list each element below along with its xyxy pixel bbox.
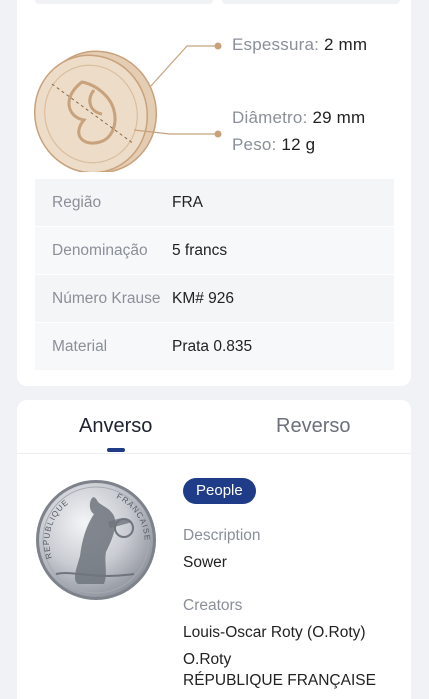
previous-section-stub — [35, 0, 213, 4]
coin-dimensions-illustration — [33, 42, 222, 172]
coin-obverse-image[interactable]: REPUBLIQUE FRANCAISE — [34, 478, 158, 602]
details-value: 5 francs — [172, 241, 228, 259]
thickness-label: Espessura: — [232, 35, 320, 54]
diameter-value: 29 mm — [312, 108, 366, 127]
weight-value: 12 g — [281, 135, 316, 154]
details-row-material: Material Prata 0.835 — [35, 323, 394, 371]
side-tabs: Anverso Reverso — [17, 400, 411, 454]
thickness-spec: Espessura: 2 mm — [232, 35, 367, 55]
creator-item: O.Roty — [183, 651, 232, 668]
coin-details-table: Região FRA Denominação 5 francs Número K… — [35, 179, 394, 371]
details-value: FRA — [172, 193, 203, 211]
details-label: Região — [52, 193, 102, 211]
tab-obverse[interactable]: Anverso — [79, 415, 152, 438]
category-badge[interactable]: People — [183, 478, 256, 504]
tab-reverse[interactable]: Reverso — [276, 415, 350, 438]
creator-item: Louis-Oscar Roty (O.Roty) — [183, 624, 366, 641]
previous-section-stub — [222, 0, 400, 4]
creators-label: Creators — [183, 597, 243, 614]
details-row-denomination: Denominação 5 francs — [35, 227, 394, 275]
diameter-label: Diâmetro: — [232, 108, 308, 127]
details-label: Denominação — [52, 241, 148, 259]
diameter-spec: Diâmetro: 29 mm — [232, 108, 365, 128]
details-label: Material — [52, 337, 108, 355]
weight-label: Peso: — [232, 135, 277, 154]
description-value: Sower — [183, 554, 227, 571]
weight-spec: Peso: 12 g — [232, 135, 315, 155]
active-tab-indicator — [107, 448, 125, 452]
details-value: Prata 0.835 — [172, 337, 253, 355]
details-label: Número Krause — [52, 289, 161, 307]
details-row-krause: Número Krause KM# 926 — [35, 275, 394, 323]
lettering-value: RÉPUBLIQUE FRANÇAISE — [183, 672, 376, 689]
details-row-region: Região FRA — [35, 179, 394, 227]
thickness-value: 2 mm — [323, 35, 368, 54]
details-value: KM# 926 — [172, 289, 235, 307]
description-label: Description — [183, 527, 261, 544]
